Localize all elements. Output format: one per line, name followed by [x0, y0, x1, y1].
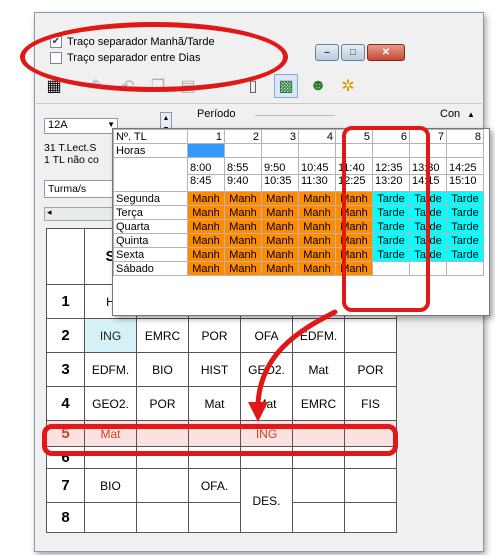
- annotation-arrow: [248, 309, 338, 422]
